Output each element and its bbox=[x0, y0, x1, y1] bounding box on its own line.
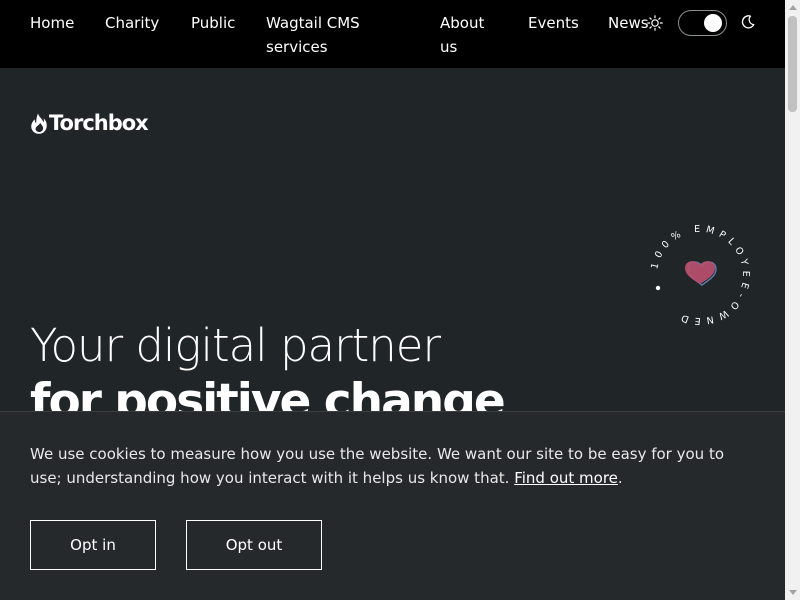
cookie-message: We use cookies to measure how you use th… bbox=[30, 442, 730, 490]
moon-icon bbox=[741, 15, 755, 29]
nav-item-about-us[interactable]: About us bbox=[440, 11, 500, 59]
top-navigation: Home Charity Public Wagtail CMS services… bbox=[0, 0, 785, 68]
flame-icon bbox=[31, 113, 47, 134]
scroll-down-arrow[interactable] bbox=[789, 590, 797, 595]
torchbox-logo[interactable]: Torchbox bbox=[30, 110, 149, 136]
hero-title-line-1: Your digital partner bbox=[30, 319, 441, 372]
opt-in-button[interactable]: Opt in bbox=[30, 520, 156, 570]
nav-item-charity[interactable]: Charity bbox=[105, 11, 159, 35]
scroll-thumb[interactable] bbox=[788, 16, 797, 112]
toggle-knob bbox=[704, 14, 722, 32]
nav-item-home[interactable]: Home bbox=[30, 11, 74, 35]
scroll-up-arrow[interactable] bbox=[789, 5, 797, 10]
sun-icon bbox=[647, 15, 663, 31]
heart-icon bbox=[685, 261, 717, 286]
cookie-banner: We use cookies to measure how you use th… bbox=[0, 411, 785, 600]
nav-item-public[interactable]: Public bbox=[191, 11, 235, 35]
opt-out-button[interactable]: Opt out bbox=[186, 520, 322, 570]
nav-item-news[interactable]: News bbox=[608, 11, 649, 35]
badge-dot bbox=[655, 285, 661, 291]
find-out-more-link[interactable]: Find out more bbox=[514, 469, 618, 487]
theme-toggle[interactable] bbox=[678, 10, 727, 36]
cookie-message-period: . bbox=[617, 469, 623, 487]
nav-item-events[interactable]: Events bbox=[528, 11, 579, 35]
nav-item-wagtail-cms-services[interactable]: Wagtail CMS services bbox=[266, 11, 406, 59]
employee-owned-badge: 100% EMPLOYEE-OWNED bbox=[649, 224, 746, 326]
logo-text: Torchbox bbox=[49, 111, 149, 135]
page-scrollbar[interactable] bbox=[785, 0, 800, 600]
